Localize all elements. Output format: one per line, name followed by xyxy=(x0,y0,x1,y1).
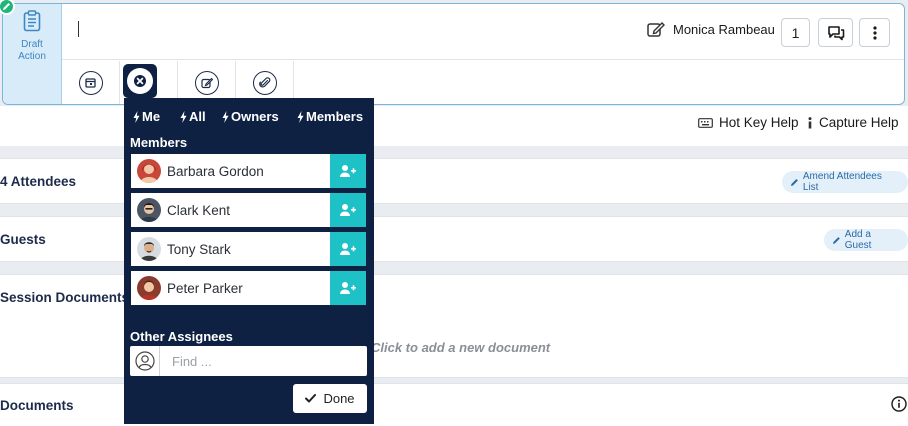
edit-icon xyxy=(647,22,665,37)
add-member-button[interactable] xyxy=(330,271,366,305)
amend-attendees-button[interactable]: Amend Attendees List xyxy=(782,171,908,193)
quick-assign-all[interactable]: All xyxy=(180,109,206,124)
quick-assign-members[interactable]: Members xyxy=(297,109,363,124)
bolt-icon xyxy=(180,110,187,123)
count-button[interactable]: 1 xyxy=(781,18,810,47)
user-plus-icon xyxy=(340,282,356,294)
info-icon[interactable] xyxy=(891,396,907,412)
edit-icon xyxy=(200,77,213,88)
attach-icon xyxy=(258,76,270,87)
add-member-button[interactable] xyxy=(330,154,366,188)
bolt-icon xyxy=(133,110,140,123)
more-menu-button[interactable] xyxy=(859,18,890,47)
avatar xyxy=(137,237,161,261)
find-assignee-field[interactable] xyxy=(130,346,367,376)
pencil-icon xyxy=(3,3,10,10)
find-input[interactable] xyxy=(172,353,352,369)
done-button[interactable]: Done xyxy=(293,384,367,413)
member-row[interactable]: Peter Parker xyxy=(131,271,366,305)
check-icon xyxy=(305,394,317,403)
chat-icon xyxy=(827,25,844,40)
assignee-dropdown: Me All Owners Members Members Barbara Go… xyxy=(124,98,374,424)
quick-all-label: All xyxy=(189,109,206,124)
owner-name: Monica Rambeau xyxy=(673,21,775,37)
user-plus-icon xyxy=(340,243,356,255)
members-heading: Members xyxy=(130,135,188,150)
due-date-tool[interactable] xyxy=(62,61,120,104)
avatar xyxy=(137,159,161,183)
member-row[interactable]: Clark Kent xyxy=(131,193,366,227)
avatar xyxy=(137,276,161,300)
capture-help-link[interactable]: Capture Help xyxy=(807,115,899,130)
member-name: Barbara Gordon xyxy=(167,163,264,179)
member-row[interactable]: Barbara Gordon xyxy=(131,154,366,188)
drop-zone-text: Click to add a new document xyxy=(371,340,551,355)
owner-selector[interactable]: Monica Rambeau xyxy=(647,21,775,37)
draft-action-tab[interactable]: Draft Action xyxy=(3,4,62,104)
keyboard-icon xyxy=(698,117,713,128)
info-icon xyxy=(808,116,812,128)
member-name: Clark Kent xyxy=(167,202,231,218)
user-icon xyxy=(130,346,160,376)
calendar-icon xyxy=(85,78,96,88)
amend-attendees-label: Amend Attendees List xyxy=(802,171,882,193)
quick-assign-owners[interactable]: Owners xyxy=(222,109,279,124)
pencil-icon xyxy=(790,178,798,186)
bolt-icon xyxy=(297,110,304,123)
kebab-icon xyxy=(872,25,877,40)
add-member-button[interactable] xyxy=(330,232,366,266)
bolt-icon xyxy=(222,110,229,123)
comments-button[interactable] xyxy=(818,18,853,47)
user-plus-icon xyxy=(340,165,356,177)
add-guest-label: Add a Guest xyxy=(844,229,872,251)
attendees-title: 4 Attendees xyxy=(0,174,77,189)
clipboard-icon xyxy=(23,10,41,32)
documents-title: Documents xyxy=(0,398,74,413)
user-plus-icon xyxy=(340,204,356,216)
done-label: Done xyxy=(323,391,355,406)
member-name: Tony Stark xyxy=(167,241,231,257)
hotkey-help-label: Hot Key Help xyxy=(719,115,799,130)
action-text-input[interactable]: Monica Rambeau 1 xyxy=(62,4,904,60)
member-row[interactable]: Tony Stark xyxy=(131,232,366,266)
add-member-button[interactable] xyxy=(330,193,366,227)
text-caret xyxy=(78,21,79,37)
add-guest-button[interactable]: Add a Guest xyxy=(824,229,908,251)
close-icon xyxy=(134,75,146,87)
quick-assign-me[interactable]: Me xyxy=(133,109,160,124)
quick-owners-label: Owners xyxy=(231,109,279,124)
draft-label-line2: Action xyxy=(18,51,46,62)
member-name: Peter Parker xyxy=(167,280,243,296)
capture-help-label: Capture Help xyxy=(819,115,899,130)
assignee-tool-active[interactable] xyxy=(123,64,157,98)
quick-members-label: Members xyxy=(306,109,364,124)
quick-me-label: Me xyxy=(142,109,161,124)
avatar xyxy=(137,198,161,222)
draft-label-line1: Draft xyxy=(21,39,43,50)
guests-title: Guests xyxy=(0,232,46,247)
hotkey-help-link[interactable]: Hot Key Help xyxy=(698,115,799,130)
other-assignees-heading: Other Assignees xyxy=(130,329,233,344)
pencil-icon xyxy=(832,236,840,244)
session-documents-title: Session Documents xyxy=(0,290,130,305)
count-value: 1 xyxy=(791,24,800,41)
